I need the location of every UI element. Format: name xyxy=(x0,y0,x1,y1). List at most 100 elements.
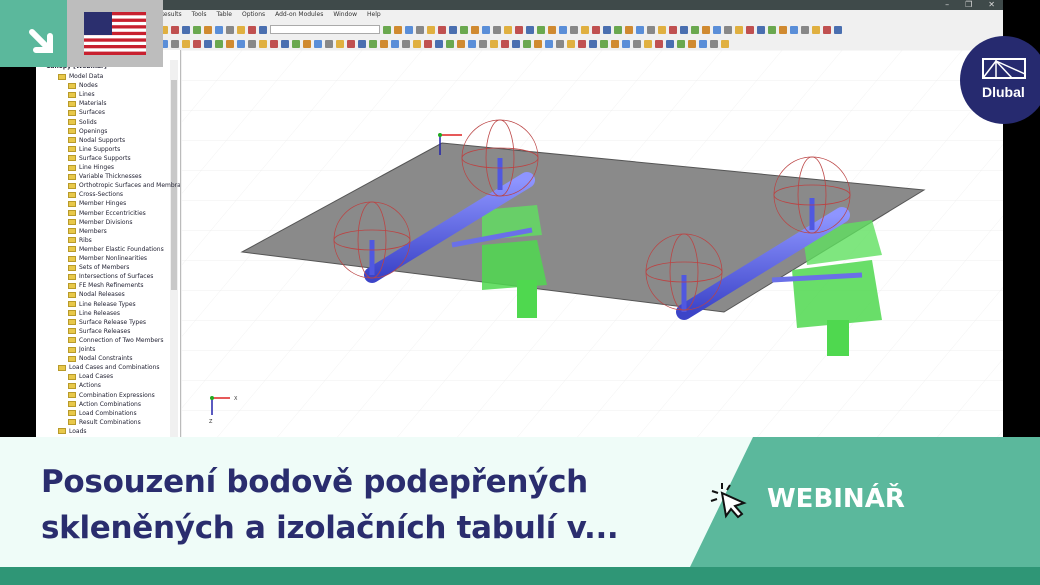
tree-item[interactable]: Surfaces xyxy=(68,108,105,117)
toolbar-button-icon[interactable] xyxy=(655,40,663,48)
toolbar-button-icon[interactable] xyxy=(658,26,666,34)
toolbar-button-icon[interactable] xyxy=(391,40,399,48)
toolbar-button-icon[interactable] xyxy=(248,26,256,34)
toolbar-button-icon[interactable] xyxy=(369,40,377,48)
toolbar-button-icon[interactable] xyxy=(471,26,479,34)
tree-item[interactable]: Sets of Members xyxy=(68,263,129,272)
toolbar-button-icon[interactable] xyxy=(226,40,234,48)
toolbar-button-icon[interactable] xyxy=(537,26,545,34)
toolbar-button-icon[interactable] xyxy=(501,40,509,48)
tree-item[interactable]: Member Hinges xyxy=(68,199,126,208)
toolbar-button-icon[interactable] xyxy=(592,26,600,34)
toolbar-button-icon[interactable] xyxy=(237,40,245,48)
tree-item[interactable]: Surface Supports xyxy=(68,154,131,163)
menu-window[interactable]: Window xyxy=(333,11,357,22)
menu-options[interactable]: Options xyxy=(242,11,265,22)
toolbar-button-icon[interactable] xyxy=(724,26,732,34)
toolbar-button-icon[interactable] xyxy=(215,40,223,48)
tree-item[interactable]: Combination Expressions xyxy=(68,391,155,400)
toolbar-button-icon[interactable] xyxy=(699,40,707,48)
toolbar-button-icon[interactable] xyxy=(746,26,754,34)
toolbar-button-icon[interactable] xyxy=(446,40,454,48)
tree-item[interactable]: Openings xyxy=(68,127,107,136)
toolbar-button-icon[interactable] xyxy=(325,40,333,48)
toolbar-button-icon[interactable] xyxy=(460,26,468,34)
minimize-button[interactable]: – xyxy=(945,0,949,9)
tree-item[interactable]: Nodal Releases xyxy=(68,290,125,299)
tree-item[interactable]: Materials xyxy=(68,99,107,108)
toolbar-button-icon[interactable] xyxy=(757,26,765,34)
tree-item[interactable]: Load Cases and Combinations xyxy=(58,363,160,372)
toolbar-button-icon[interactable] xyxy=(622,40,630,48)
toolbar-button-icon[interactable] xyxy=(193,40,201,48)
toolbar-button-icon[interactable] xyxy=(647,26,655,34)
toolbar-button-icon[interactable] xyxy=(578,40,586,48)
toolbar-button-icon[interactable] xyxy=(490,40,498,48)
tree-item[interactable]: Variable Thicknesses xyxy=(68,172,142,181)
toolbar-button-icon[interactable] xyxy=(405,26,413,34)
tree-item[interactable]: Intersections of Surfaces xyxy=(68,272,153,281)
language-badge[interactable] xyxy=(67,0,163,67)
toolbar-button-icon[interactable] xyxy=(347,40,355,48)
toolbar-button-icon[interactable] xyxy=(735,26,743,34)
tree-item[interactable]: FE Mesh Refinements xyxy=(68,281,144,290)
toolbar-button-icon[interactable] xyxy=(270,40,278,48)
toolbar-button-icon[interactable] xyxy=(394,26,402,34)
tree-item[interactable]: Members xyxy=(68,227,107,236)
toolbar-button-icon[interactable] xyxy=(559,26,567,34)
tree-item[interactable]: Member Nonlinearities xyxy=(68,254,147,263)
tree-item[interactable]: Connection of Two Members xyxy=(68,336,164,345)
toolbar-button-icon[interactable] xyxy=(812,26,820,34)
toolbar-button-icon[interactable] xyxy=(779,26,787,34)
toolbar-button-icon[interactable] xyxy=(416,26,424,34)
tree-item[interactable]: Result Combinations xyxy=(68,418,141,427)
toolbar-button-icon[interactable] xyxy=(248,40,256,48)
menu-help[interactable]: Help xyxy=(367,11,381,22)
toolbar-button-icon[interactable] xyxy=(570,26,578,34)
tree-item[interactable]: Lines xyxy=(68,90,95,99)
toolbar-button-icon[interactable] xyxy=(380,40,388,48)
toolbar-button-icon[interactable] xyxy=(625,26,633,34)
toolbar-button-icon[interactable] xyxy=(768,26,776,34)
toolbar-button-icon[interactable] xyxy=(512,40,520,48)
toolbar-button-icon[interactable] xyxy=(336,40,344,48)
toolbar-button-icon[interactable] xyxy=(677,40,685,48)
toolbar-button-icon[interactable] xyxy=(790,26,798,34)
tree-item[interactable]: Action Combinations xyxy=(68,400,141,409)
toolbar-combo[interactable] xyxy=(270,25,380,34)
toolbar-button-icon[interactable] xyxy=(171,40,179,48)
toolbar-button-icon[interactable] xyxy=(402,40,410,48)
toolbar-button-icon[interactable] xyxy=(666,40,674,48)
tree-item[interactable]: Loads xyxy=(58,427,87,436)
toolbar-button-icon[interactable] xyxy=(526,26,534,34)
toolbar-button-icon[interactable] xyxy=(688,40,696,48)
toolbar-button-icon[interactable] xyxy=(534,40,542,48)
toolbar-button-icon[interactable] xyxy=(548,26,556,34)
tree-item[interactable]: Nodal Supports xyxy=(68,136,125,145)
toolbar-button-icon[interactable] xyxy=(702,26,710,34)
toolbar-button-icon[interactable] xyxy=(713,26,721,34)
toolbar-button-icon[interactable] xyxy=(479,40,487,48)
toolbar-button-icon[interactable] xyxy=(281,40,289,48)
menu-tools[interactable]: Tools xyxy=(192,11,207,22)
tree-item[interactable]: Nodal Constraints xyxy=(68,354,132,363)
toolbar-button-icon[interactable] xyxy=(801,26,809,34)
toolbar-button-icon[interactable] xyxy=(438,26,446,34)
tree-item[interactable]: Ribs xyxy=(68,236,92,245)
toolbar-button-icon[interactable] xyxy=(358,40,366,48)
tree-item[interactable]: Load Combinations xyxy=(68,409,137,418)
tree-item[interactable]: Joints xyxy=(68,345,95,354)
toolbar-button-icon[interactable] xyxy=(680,26,688,34)
tree-item[interactable]: Line Releases xyxy=(68,309,120,318)
tree-item[interactable]: Solids xyxy=(68,118,97,127)
tree-item[interactable]: Line Supports xyxy=(68,145,120,154)
toolbar-button-icon[interactable] xyxy=(204,40,212,48)
toolbar-button-icon[interactable] xyxy=(545,40,553,48)
toolbar-button-icon[interactable] xyxy=(567,40,575,48)
toolbar-button-icon[interactable] xyxy=(600,40,608,48)
toolbar-button-icon[interactable] xyxy=(182,26,190,34)
tree-item[interactable]: Member Elastic Foundations xyxy=(68,245,164,254)
toolbar-button-icon[interactable] xyxy=(435,40,443,48)
toolbar-button-icon[interactable] xyxy=(383,26,391,34)
toolbar-button-icon[interactable] xyxy=(589,40,597,48)
